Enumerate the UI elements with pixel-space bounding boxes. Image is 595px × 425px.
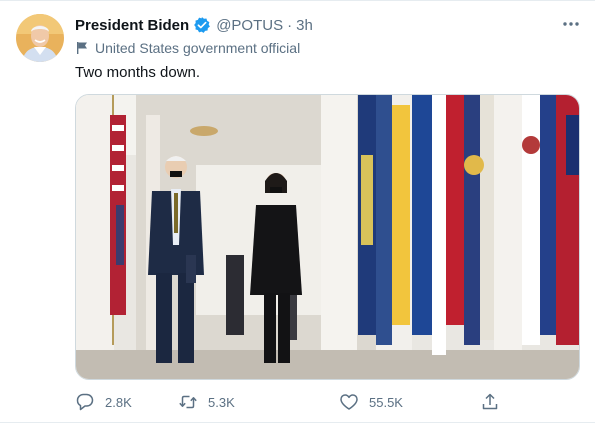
divider: [0, 0, 595, 1]
retweet-button[interactable]: 5.3K: [178, 392, 235, 412]
like-icon: [339, 392, 359, 412]
separator-dot: ·: [287, 16, 293, 34]
tweet-photo[interactable]: [75, 94, 580, 380]
timestamp[interactable]: 3h: [296, 17, 313, 34]
handle[interactable]: @POTUS: [216, 17, 283, 34]
avatar[interactable]: [16, 14, 64, 62]
share-button[interactable]: [480, 392, 500, 412]
tweet-header: President Biden @POTUS · 3h: [75, 15, 313, 35]
government-label[interactable]: United States government official: [75, 39, 300, 57]
divider: [0, 422, 595, 423]
more-icon[interactable]: [560, 14, 582, 34]
like-count: 55.5K: [369, 394, 403, 410]
like-button[interactable]: 55.5K: [339, 392, 403, 412]
tweet-text: Two months down.: [75, 64, 201, 81]
verified-badge-icon: [193, 16, 211, 34]
share-icon: [480, 392, 500, 412]
tweet-actions: 2.8K 5.3K 55.5K: [75, 392, 505, 412]
reply-icon: [75, 392, 95, 412]
flag-icon: [75, 41, 89, 55]
tweet-card[interactable]: President Biden @POTUS · 3h United State…: [0, 0, 595, 425]
reply-button[interactable]: 2.8K: [75, 392, 132, 412]
label-text: United States government official: [95, 40, 301, 56]
retweet-icon: [178, 392, 198, 412]
retweet-count: 5.3K: [208, 394, 235, 410]
display-name[interactable]: President Biden: [75, 17, 189, 34]
reply-count: 2.8K: [105, 394, 132, 410]
